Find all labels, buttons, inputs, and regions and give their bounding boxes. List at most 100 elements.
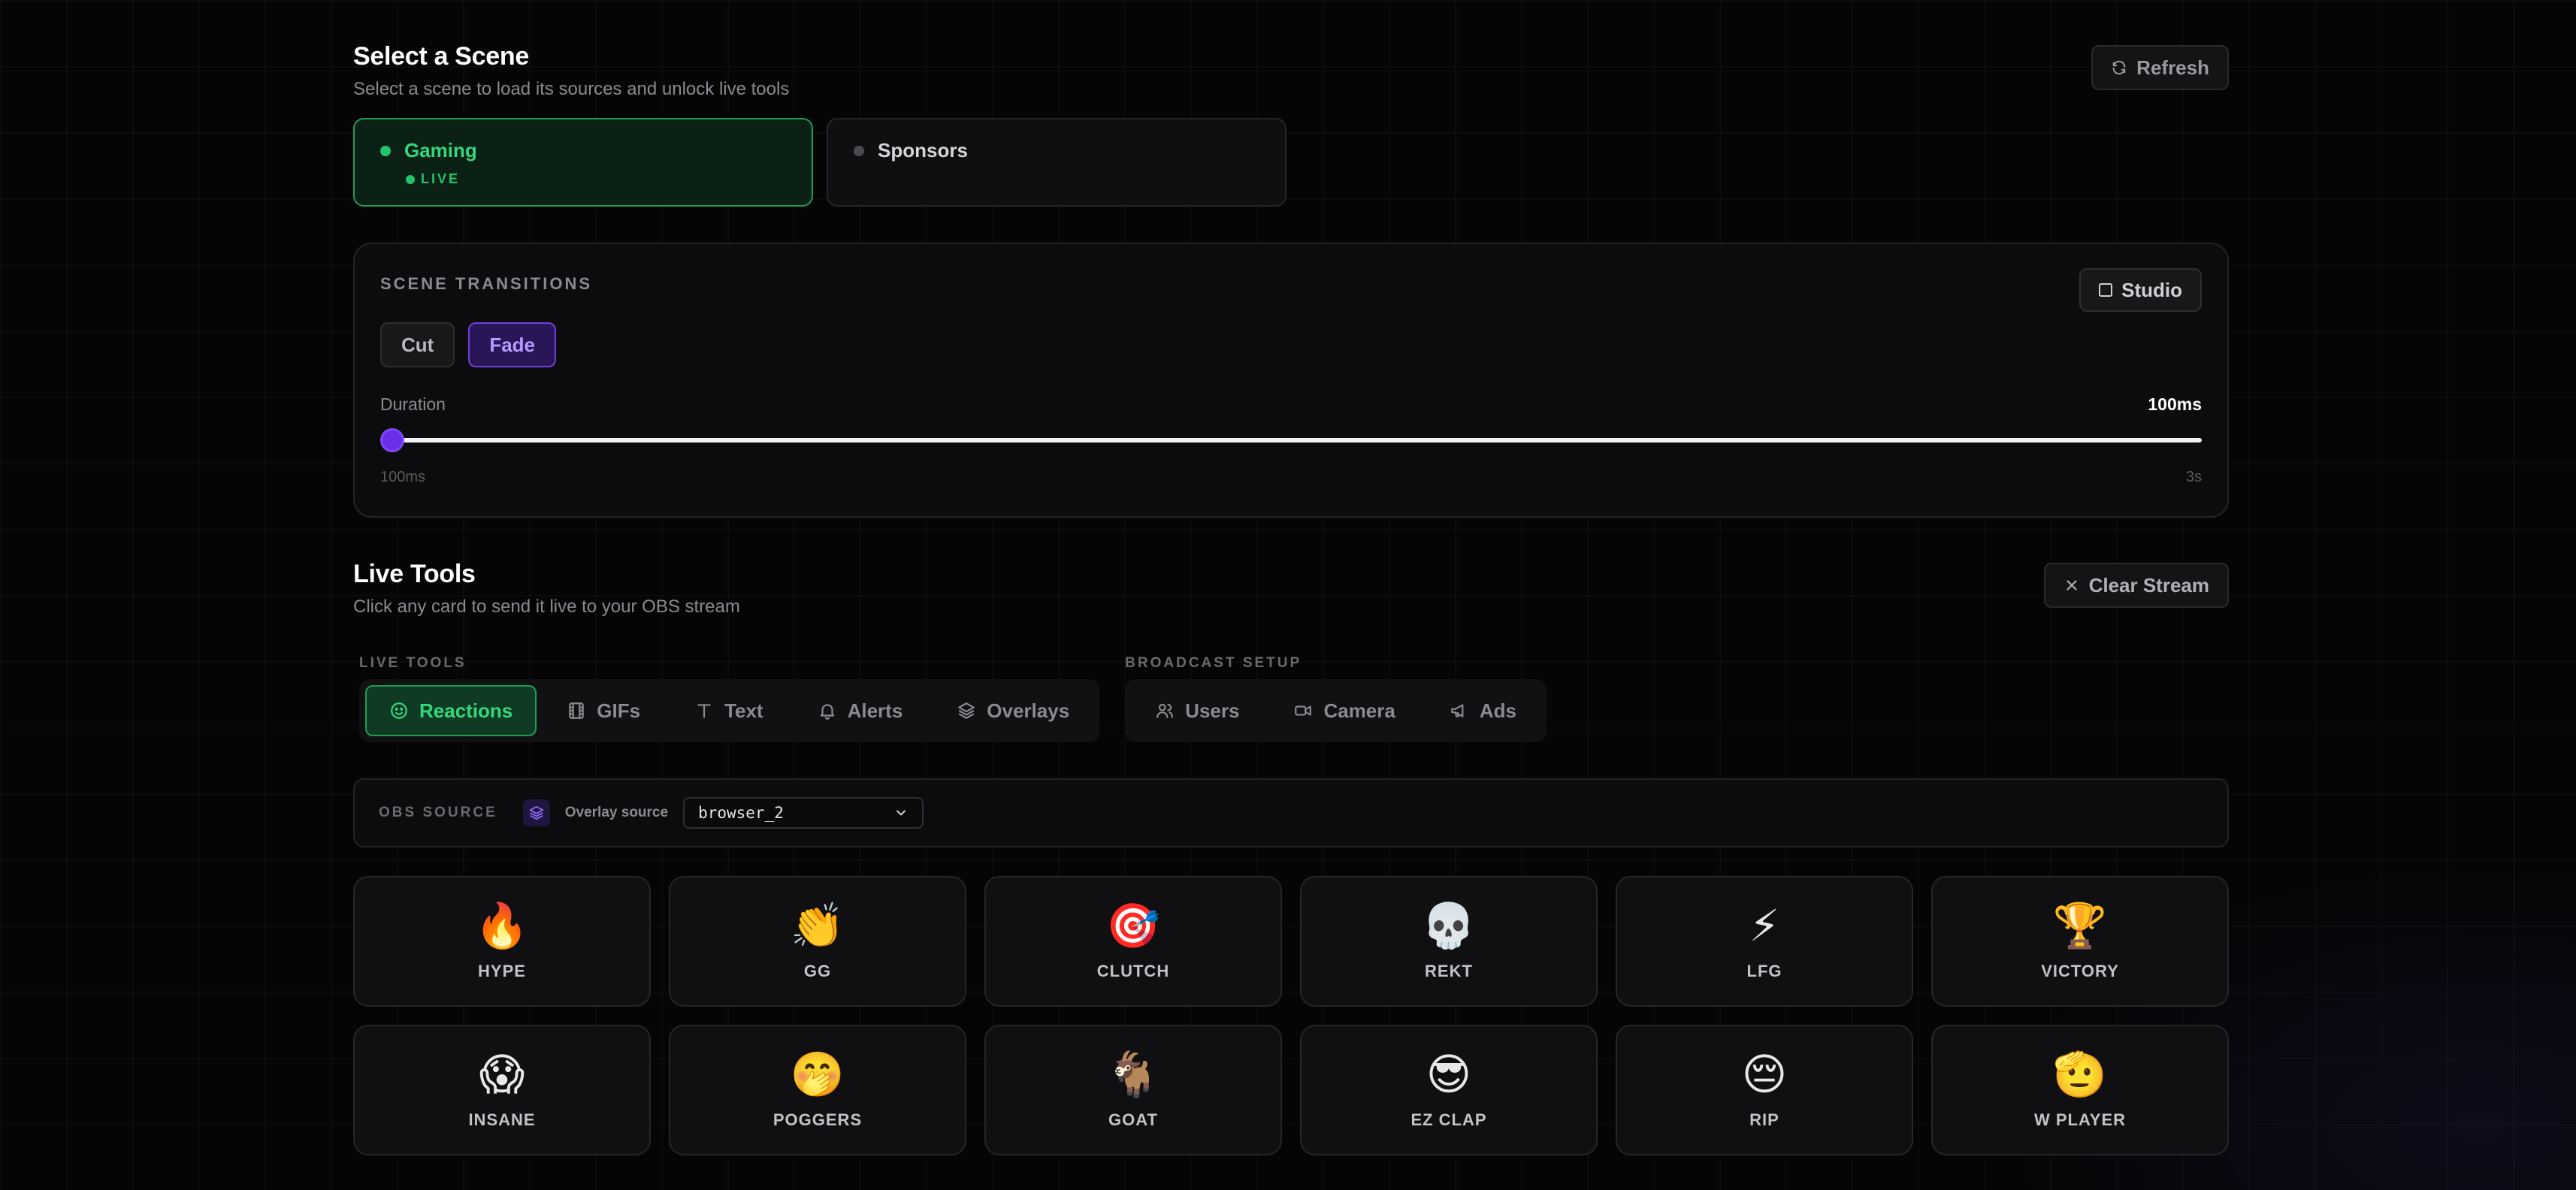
reaction-card-hype[interactable]: 🔥 HYPE — [353, 876, 651, 1007]
tab-text[interactable]: Text — [670, 685, 788, 736]
duration-range: 100ms 3s — [380, 469, 2202, 486]
reaction-card-goat[interactable]: 🐐 GOAT — [984, 1025, 1282, 1155]
transition-options: Cut Fade — [380, 322, 2202, 367]
live-tools-subtitle: Click any card to send it live to your O… — [353, 597, 740, 617]
studio-button[interactable]: Studio — [2079, 268, 2202, 312]
reaction-label: POGGERS — [772, 1110, 863, 1129]
tabs-area: LIVE TOOLS Reactions GIFs Text Alerts Ov… — [359, 655, 2229, 742]
main-content: Select a Scene Select a scene to load it… — [353, 0, 2229, 1155]
tab-reactions[interactable]: Reactions — [365, 685, 537, 736]
live-tools-title: Live Tools — [353, 560, 476, 588]
clear-stream-label: Clear Stream — [2088, 573, 2209, 597]
reaction-card-insane[interactable]: 😱 INSANE — [353, 1025, 651, 1155]
scene-card-gaming[interactable]: Gaming LIVE — [353, 118, 813, 207]
tab-label: Camera — [1323, 699, 1395, 722]
slider-track[interactable] — [380, 438, 2202, 442]
reaction-label: REKT — [1425, 962, 1473, 980]
scene-card-sponsors[interactable]: Sponsors — [827, 118, 1286, 207]
scene-name-row: Sponsors — [854, 139, 1259, 162]
broadcast-tab-bar: Users Camera Ads — [1125, 679, 1547, 742]
reaction-label: HYPE — [478, 962, 526, 980]
overlay-source-value: browser_2 — [698, 804, 784, 822]
transition-fade-button[interactable]: Fade — [468, 322, 557, 367]
range-min: 100ms — [380, 469, 426, 485]
reaction-card-ez-clap[interactable]: 😎 EZ CLAP — [1300, 1025, 1598, 1155]
live-badge-label: LIVE — [421, 171, 461, 186]
tab-label: Reactions — [419, 699, 513, 722]
saluting-face-icon: 🫡 — [2052, 1049, 2108, 1100]
reaction-label: INSANE — [468, 1110, 536, 1129]
reaction-card-victory[interactable]: 🏆 VICTORY — [1931, 876, 2229, 1007]
reaction-card-lfg[interactable]: ⚡ LFG — [1616, 876, 1913, 1007]
scene-status-dot — [380, 145, 391, 156]
live-badge: LIVE — [406, 171, 786, 187]
live-tools-header: Live Tools Click any card to send it liv… — [353, 560, 2229, 618]
live-tools-tab-bar: Reactions GIFs Text Alerts Overlays — [359, 679, 1100, 742]
megaphone-icon — [1451, 704, 1464, 717]
studio-label: Studio — [2121, 278, 2182, 301]
tab-label: Users — [1185, 699, 1240, 722]
reaction-label: LFG — [1746, 962, 1782, 980]
transition-cut-button[interactable]: Cut — [380, 322, 455, 367]
tab-label: Text — [724, 699, 763, 722]
live-tools-group: LIVE TOOLS Reactions GIFs Text Alerts Ov… — [359, 655, 1100, 742]
tab-label: Overlays — [987, 699, 1070, 722]
goat-icon: 🐐 — [1105, 1049, 1161, 1100]
obs-source-bar: OBS SOURCE Overlay source browser_2 — [353, 778, 2229, 847]
tab-overlays[interactable]: Overlays — [933, 685, 1093, 736]
refresh-icon — [2112, 60, 2126, 75]
scene-name: Sponsors — [878, 139, 968, 162]
lightning-icon: ⚡ — [1749, 900, 1780, 951]
overlay-source-label: Overlay source — [564, 805, 669, 820]
camera-icon — [1295, 705, 1312, 716]
bell-icon — [820, 704, 834, 720]
fire-icon: 🔥 — [474, 900, 530, 951]
layers-icon — [958, 702, 975, 719]
range-max: 3s — [2185, 469, 2202, 485]
duration-row: Duration 100ms — [380, 394, 2202, 415]
broadcast-group-label: BROADCAST SETUP — [1125, 655, 1302, 671]
reaction-label: EZ CLAP — [1410, 1110, 1487, 1129]
reaction-card-gg[interactable]: 👏 GG — [669, 876, 966, 1007]
tab-camera[interactable]: Camera — [1269, 685, 1419, 736]
refresh-label: Refresh — [2136, 56, 2209, 79]
reaction-card-rekt[interactable]: 💀 REKT — [1300, 876, 1598, 1007]
reaction-label: GG — [803, 962, 832, 980]
reaction-label: RIP — [1749, 1110, 1779, 1129]
reaction-label: GOAT — [1108, 1110, 1158, 1129]
smile-icon — [391, 702, 407, 719]
reaction-card-clutch[interactable]: 🎯 CLUTCH — [984, 876, 1282, 1007]
refresh-button[interactable]: Refresh — [2091, 45, 2229, 90]
duration-label: Duration — [380, 394, 446, 414]
duration-slider[interactable] — [380, 428, 2202, 452]
pensive-face-icon: 😔 — [1741, 1049, 1788, 1100]
text-icon — [697, 704, 711, 718]
chevron-down-icon — [896, 810, 906, 816]
clear-stream-button[interactable]: Clear Stream — [2043, 563, 2229, 608]
live-tools-group-label: LIVE TOOLS — [359, 655, 467, 671]
film-icon — [569, 702, 585, 719]
tab-ads[interactable]: Ads — [1426, 685, 1540, 736]
reaction-card-w-player[interactable]: 🫡 W PLAYER — [1931, 1025, 2229, 1155]
tab-label: GIFs — [597, 699, 641, 722]
reaction-card-poggers[interactable]: 🤭 POGGERS — [669, 1025, 966, 1155]
skull-icon: 💀 — [1421, 900, 1477, 951]
overlay-source-select[interactable]: browser_2 — [683, 797, 924, 829]
tab-users[interactable]: Users — [1131, 685, 1263, 736]
slider-thumb[interactable] — [380, 428, 404, 452]
tab-label: Alerts — [847, 699, 903, 722]
duration-value: 100ms — [2148, 394, 2202, 414]
square-icon — [2099, 283, 2113, 297]
screaming-face-icon: 😱 — [479, 1049, 525, 1100]
trophy-icon: 🏆 — [2052, 900, 2108, 951]
sunglasses-face-icon: 😎 — [1426, 1049, 1472, 1100]
scene-section-header: Select a Scene Select a scene to load it… — [353, 42, 2229, 100]
tab-gifs[interactable]: GIFs — [543, 685, 664, 736]
reaction-card-rip[interactable]: 😔 RIP — [1616, 1025, 1913, 1155]
tab-label: Ads — [1479, 699, 1516, 722]
tab-alerts[interactable]: Alerts — [794, 685, 927, 736]
live-dot — [406, 174, 415, 184]
scene-transitions-panel: SCENE TRANSITIONS Studio Cut Fade Durati… — [353, 243, 2229, 518]
scene-section-subtitle: Select a scene to load its sources and u… — [353, 79, 790, 99]
hand-over-mouth-icon: 🤭 — [790, 1049, 845, 1100]
